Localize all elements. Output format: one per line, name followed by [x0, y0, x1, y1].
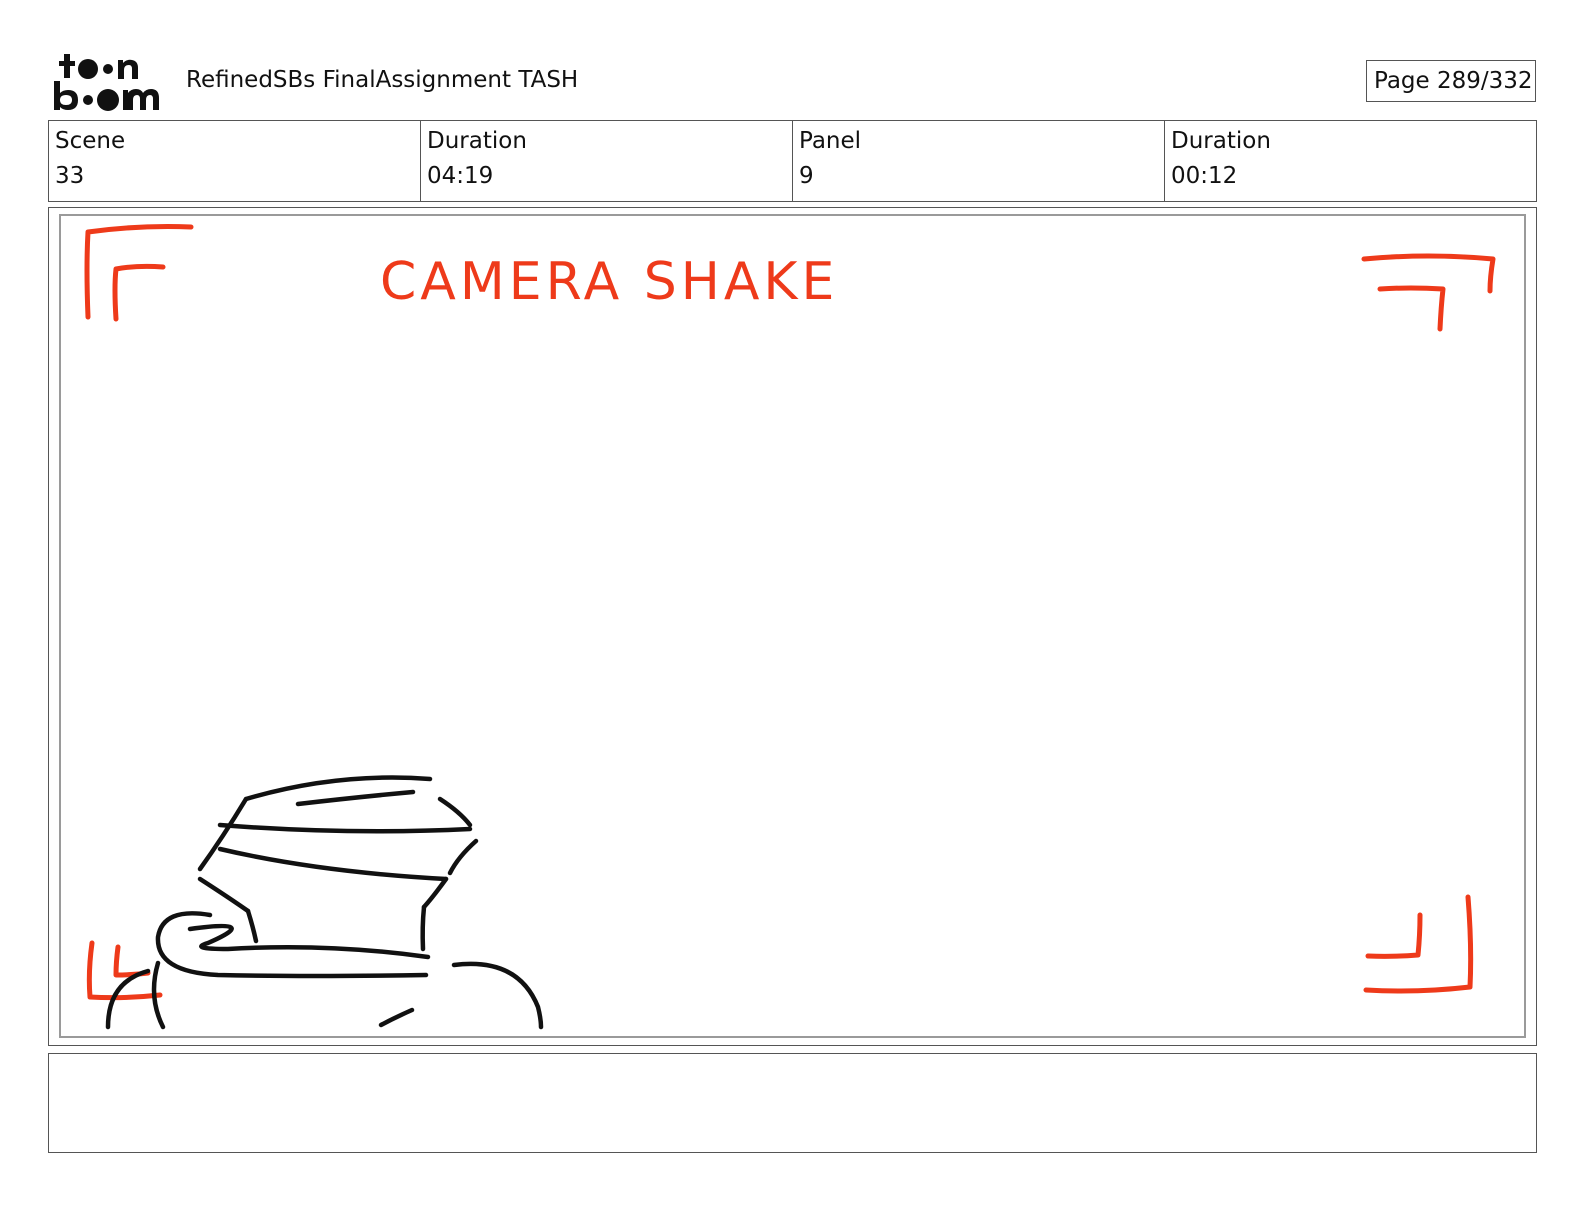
panel-value: 9 — [799, 163, 814, 189]
panel-notes-box — [48, 1053, 1537, 1153]
toon-boom-logo: toon boom — [52, 50, 159, 111]
frame-corner-top-left-inner — [112, 263, 166, 322]
panel-label: Panel — [799, 128, 862, 154]
scene-cell: Scene 33 — [49, 121, 421, 201]
field-guide-rect — [59, 214, 1526, 1038]
camera-shake-annotation: CAMERA SHAKE — [380, 252, 838, 312]
character-sketch — [105, 775, 544, 1030]
frame-corner-bottom-right-inner — [1365, 912, 1423, 959]
frame-corner-top-right-outer — [1361, 253, 1496, 294]
panel-duration-label: Duration — [1171, 128, 1271, 154]
scene-duration-value: 04:19 — [427, 163, 494, 189]
scene-info-table: Scene 33 Duration 04:19 Panel 9 Duration… — [48, 120, 1537, 202]
scene-label: Scene — [55, 128, 126, 154]
panel-duration-value: 00:12 — [1171, 163, 1238, 189]
storyboard-panel-drawing: CAMERA SHAKE — [59, 214, 1526, 1038]
scene-duration-label: Duration — [427, 128, 527, 154]
scene-value: 33 — [55, 163, 85, 189]
panel-cell: Panel 9 — [793, 121, 1165, 201]
page-indicator: Page 289/332 — [1366, 60, 1536, 102]
logo-text-top: toon — [52, 50, 55, 51]
document-title: RefinedSBs FinalAssignment TASH — [186, 67, 579, 93]
frame-corner-top-right-inner — [1377, 285, 1446, 332]
frame-corner-top-left-outer — [84, 224, 194, 320]
panel-duration-cell: Duration 00:12 — [1165, 121, 1536, 201]
logo-text-bottom: boom — [52, 50, 55, 51]
scene-duration-cell: Duration 04:19 — [421, 121, 793, 201]
